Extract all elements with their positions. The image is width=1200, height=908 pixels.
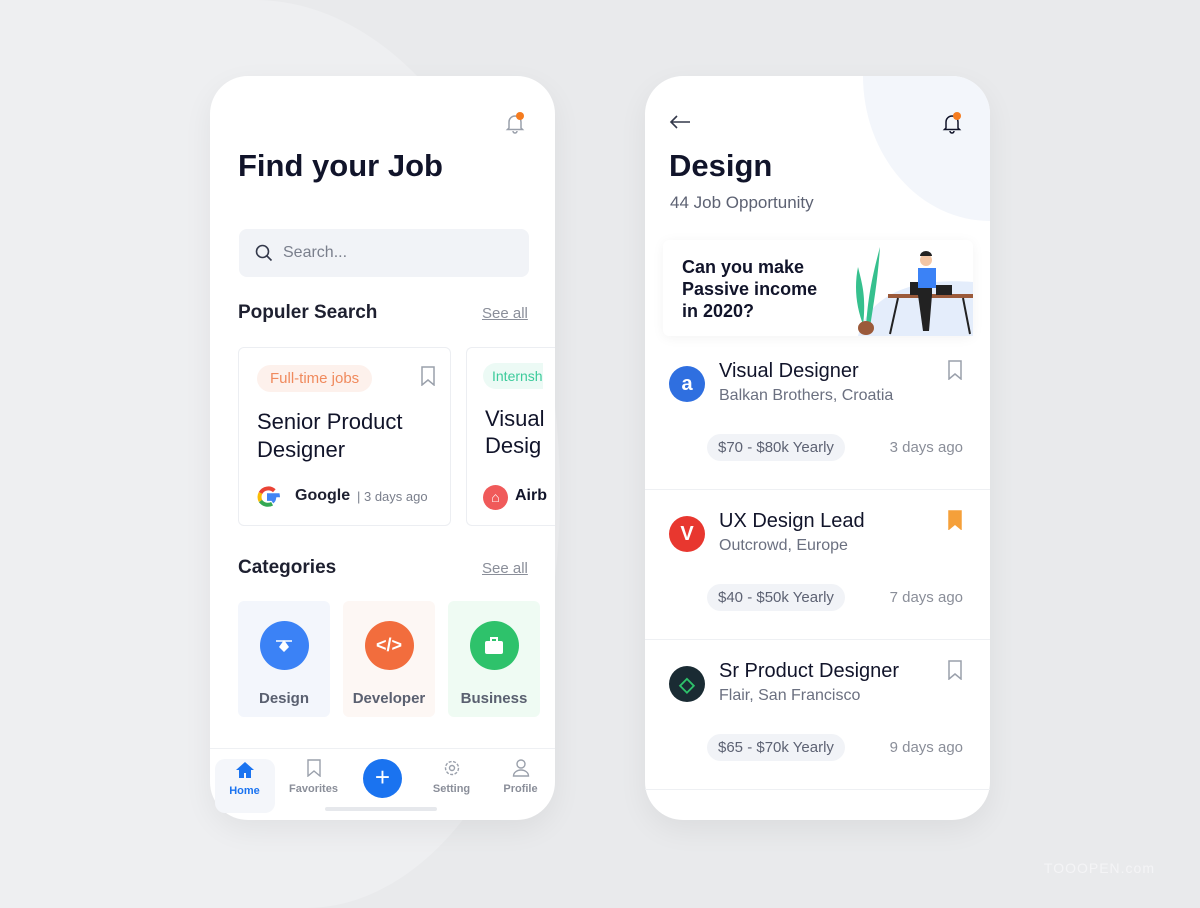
banner-text: in 2020? xyxy=(682,301,755,321)
company-location: Balkan Brothers, Croatia xyxy=(719,387,894,404)
nav-add-button[interactable]: + xyxy=(353,759,413,798)
job-title-line: Senior Product xyxy=(257,409,403,434)
nav-favorites[interactable]: Favorites xyxy=(284,759,344,795)
notification-bell-icon[interactable] xyxy=(941,112,963,134)
promo-banner[interactable]: Can you make Passive income in 2020? xyxy=(663,240,973,336)
popular-see-all-link[interactable]: See all xyxy=(482,305,528,322)
watermark: TOOOPEN.com xyxy=(1043,860,1155,876)
nav-label: Home xyxy=(229,785,260,797)
company-location: Outcrowd, Europe xyxy=(719,537,848,554)
gear-icon xyxy=(444,760,459,776)
company-name: Google xyxy=(295,487,351,504)
search-icon xyxy=(255,244,273,262)
nav-setting[interactable]: Setting xyxy=(422,759,482,795)
plus-icon: + xyxy=(363,759,402,798)
nav-home[interactable]: Home xyxy=(214,759,275,813)
job-card[interactable]: Internsh Visual Desig ⌂ Airb xyxy=(466,347,555,526)
nav-label: Profile xyxy=(503,783,538,795)
job-type-tag: Full-time jobs xyxy=(257,365,373,392)
banner-text: Passive income xyxy=(682,279,818,299)
google-logo-icon xyxy=(257,486,280,507)
job-title-line: Designer xyxy=(257,437,346,462)
bookmark-icon[interactable] xyxy=(947,660,963,680)
posted-time: 7 days ago xyxy=(889,589,963,606)
user-icon xyxy=(512,759,529,777)
category-label: Developer xyxy=(352,690,426,707)
job-title-line: Visual xyxy=(485,406,545,431)
page-title: Design xyxy=(669,148,773,183)
find-job-screen: Find your Job Search... Populer Search S… xyxy=(210,76,555,820)
desk-illustration xyxy=(856,247,973,336)
nav-profile[interactable]: Profile xyxy=(491,759,551,795)
company-location: Flair, San Francisco xyxy=(719,687,861,704)
category-label: Business xyxy=(460,690,528,707)
company-logo-icon: ◇ xyxy=(669,666,705,702)
bookmark-icon[interactable] xyxy=(947,510,963,530)
salary-badge: $40 - $50k Yearly xyxy=(707,584,845,611)
company-name: Airb xyxy=(515,487,547,504)
category-label: Design xyxy=(258,690,309,707)
job-type-tag: Internsh xyxy=(483,363,543,389)
briefcase-icon xyxy=(469,621,519,670)
job-listing[interactable]: a Visual Designer Balkan Brothers, Croat… xyxy=(645,340,990,490)
page-title: Find your Job xyxy=(238,148,443,183)
decorative-circle xyxy=(863,76,990,221)
home-indicator xyxy=(325,807,437,811)
job-title: Visual Designer xyxy=(719,360,859,382)
job-title: Sr Product Designer xyxy=(719,660,900,682)
pen-tool-icon xyxy=(259,621,309,670)
salary-badge: $65 - $70k Yearly xyxy=(707,734,845,761)
company-logo-icon: a xyxy=(669,366,705,402)
search-input[interactable]: Search... xyxy=(239,229,529,277)
nav-label: Favorites xyxy=(289,783,338,795)
bookmark-icon xyxy=(306,759,321,777)
bookmark-icon[interactable] xyxy=(420,366,436,386)
categories-see-all-link[interactable]: See all xyxy=(482,560,528,577)
airbnb-logo-icon: ⌂ xyxy=(483,485,508,510)
home-icon xyxy=(235,762,254,778)
salary-badge: $70 - $80k Yearly xyxy=(707,434,845,461)
job-listing[interactable]: V UX Design Lead Outcrowd, Europe $40 - … xyxy=(645,490,990,640)
code-icon: </> xyxy=(364,621,414,670)
job-title-line: Desig xyxy=(485,433,542,458)
category-design[interactable]: Design xyxy=(238,601,330,717)
nav-label: Setting xyxy=(432,783,471,795)
design-jobs-screen: Design 44 Job Opportunity Can you make P… xyxy=(645,76,990,820)
posted-time: 3 days ago xyxy=(889,439,963,456)
category-developer[interactable]: </> Developer xyxy=(343,601,435,717)
job-card[interactable]: Full-time jobs Senior Product Designer G… xyxy=(238,347,451,526)
posted-time: 9 days ago xyxy=(889,739,963,756)
job-count: 44 Job Opportunity xyxy=(670,193,814,212)
categories-heading: Categories xyxy=(238,557,337,578)
popular-search-heading: Populer Search xyxy=(238,302,378,323)
job-listing[interactable]: ◇ Sr Product Designer Flair, San Francis… xyxy=(645,640,990,790)
company-logo-icon: V xyxy=(669,516,705,552)
category-business[interactable]: Business xyxy=(448,601,540,717)
banner-text: Can you make xyxy=(682,257,805,277)
bookmark-icon[interactable] xyxy=(947,360,963,380)
job-title: UX Design Lead xyxy=(719,510,865,532)
back-arrow-icon[interactable] xyxy=(669,114,691,130)
posted-time: | 3 days ago xyxy=(357,489,428,504)
notification-bell-icon[interactable] xyxy=(504,112,526,134)
search-placeholder: Search... xyxy=(283,244,348,261)
